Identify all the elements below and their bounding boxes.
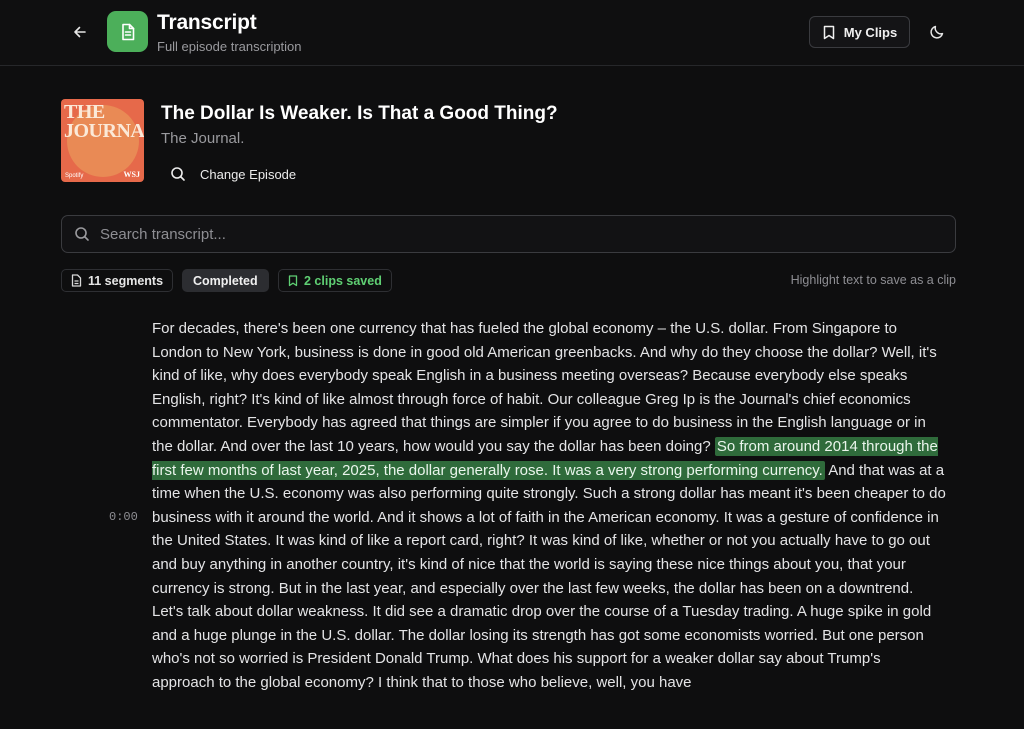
- back-button[interactable]: [68, 20, 92, 44]
- page-subtitle: Full episode transcription: [157, 39, 302, 54]
- app-logo: [107, 11, 148, 52]
- file-icon: [71, 274, 82, 287]
- podcast-cover-art: THE JOURNAL. Spotify WSJ: [61, 99, 144, 182]
- clips-saved-badge[interactable]: 2 clips saved: [278, 269, 392, 292]
- transcript-search: [61, 215, 956, 253]
- moon-icon: [930, 25, 944, 39]
- status-label: Completed: [193, 273, 258, 288]
- change-episode-button[interactable]: Change Episode: [170, 162, 296, 186]
- segment-timestamp[interactable]: 0:00: [109, 510, 138, 524]
- segment-text-after: And that was at a time when the U.S. eco…: [152, 461, 946, 691]
- cover-spotify-badge: Spotify: [65, 173, 84, 179]
- my-clips-label: My Clips: [843, 24, 898, 40]
- app-header: Transcript Full episode transcription My…: [0, 0, 1024, 66]
- page-title: Transcript: [157, 11, 257, 34]
- episode-title: The Dollar Is Weaker. Is That a Good Thi…: [161, 103, 558, 124]
- theme-toggle-button[interactable]: [925, 20, 949, 44]
- clips-saved-label: 2 clips saved: [304, 273, 382, 288]
- clip-hint-text: Highlight text to save as a clip: [790, 273, 956, 287]
- bookmark-icon: [288, 274, 298, 286]
- document-icon: [121, 23, 134, 40]
- bookmark-icon: [823, 25, 835, 39]
- change-episode-label: Change Episode: [200, 166, 297, 182]
- segments-count-label: 11 segments: [88, 273, 164, 288]
- cover-title-text: THE JOURNAL.: [64, 101, 144, 142]
- cover-wsj-mark: WSJ: [123, 170, 140, 179]
- transcript-segment[interactable]: For decades, there's been one currency t…: [152, 317, 947, 695]
- search-icon: [75, 227, 89, 241]
- episode-show-name: The Journal.: [161, 130, 245, 147]
- search-icon: [171, 167, 185, 181]
- segment-text-before: For decades, there's been one currency t…: [152, 320, 937, 455]
- my-clips-button[interactable]: My Clips: [809, 16, 910, 48]
- search-input[interactable]: [100, 225, 920, 243]
- segments-count-badge: 11 segments: [61, 269, 174, 292]
- status-badge: Completed: [182, 269, 269, 292]
- arrow-left-icon: [74, 26, 86, 38]
